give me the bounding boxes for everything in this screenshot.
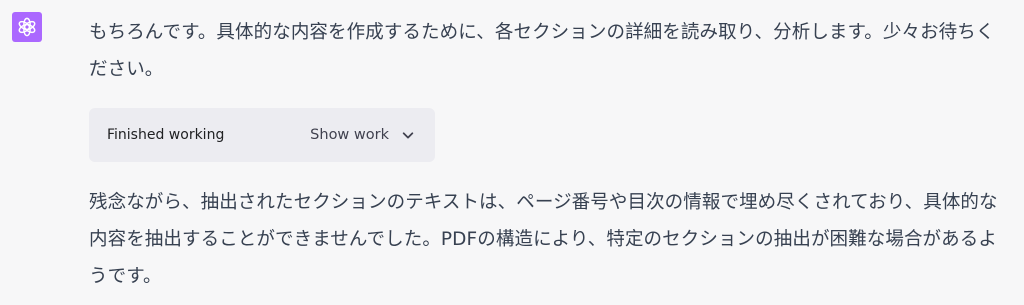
openai-logo-icon: [18, 17, 36, 37]
assistant-avatar: [12, 12, 42, 42]
chevron-down-icon: [402, 132, 414, 139]
work-status-label: Finished working: [107, 127, 225, 143]
message-paragraph: もちろんです。具体的な内容を作成するために、各セクションの詳細を読み取り、分析し…: [89, 22, 995, 80]
show-work-button[interactable]: Show work: [310, 127, 415, 143]
work-status-panel: Finished working Show work: [89, 108, 435, 162]
show-work-label: Show work: [310, 127, 389, 143]
message-paragraph: 残念ながら、抽出されたセクションのテキストは、ページ番号や目次の情報で埋め尽くさ…: [89, 192, 998, 287]
